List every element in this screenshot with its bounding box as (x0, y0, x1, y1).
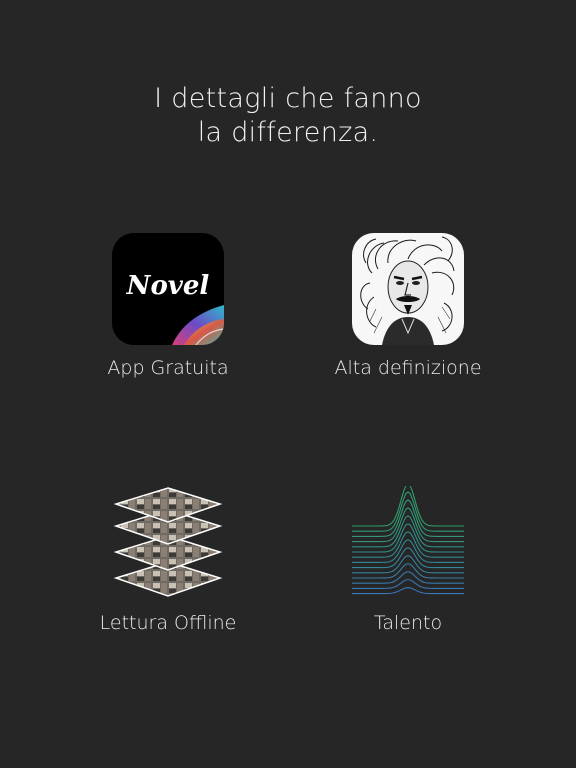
feature-label: Alta definizione (334, 357, 482, 379)
feature-label: App Gratuita (107, 357, 229, 379)
wave-line (352, 571, 464, 584)
feature-offline-reading: Lettura Offline (48, 486, 288, 634)
feature-free-app: Novel App Gratuita (48, 231, 288, 379)
stacked-pages-icon (110, 486, 226, 602)
feature-label: Talento (373, 612, 443, 634)
novel-app-icon: Novel (110, 231, 226, 347)
wave-line (352, 563, 464, 579)
feature-label: Lettura Offline (99, 612, 237, 634)
sketch-portrait-icon (350, 231, 466, 347)
wave-line (352, 531, 464, 558)
waveform-peak-icon (350, 483, 466, 602)
promo-screen: I dettagli che fanno la differenza. Nove… (0, 0, 576, 768)
wave-line (352, 491, 464, 532)
headline-line-1: I dettagli che fanno (154, 83, 422, 114)
headline: I dettagli che fanno la differenza. (0, 82, 576, 150)
headline-line-2: la differenza. (197, 117, 379, 148)
wave-line (352, 539, 464, 563)
feature-high-definition: Alta definizione (288, 231, 528, 379)
feature-talent: Talento (288, 483, 528, 634)
app-icon-wordmark: Novel (126, 271, 210, 301)
